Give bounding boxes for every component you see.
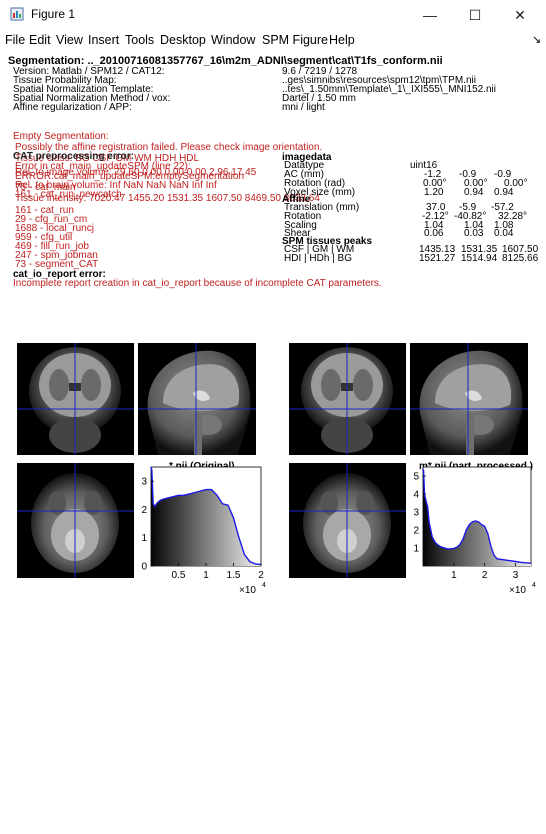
y-tick-label: 2: [413, 526, 419, 537]
y-tick-label: 0: [141, 562, 147, 573]
y-tick-label: 5: [413, 472, 419, 483]
peaks-label: HDI | HDh | BG: [284, 253, 352, 264]
y-tick-label: 3: [413, 508, 419, 519]
menu-file[interactable]: File: [5, 33, 25, 47]
io-error-line: Incomplete report creation in cat_io_rep…: [13, 278, 382, 289]
x-exponent-power: 4: [262, 582, 266, 589]
imagedata-value: 0.94: [464, 187, 484, 198]
value-affine-reg: mni / light: [282, 102, 325, 113]
label-affine-reg: Affine regularization / APP:: [13, 102, 132, 113]
sagittal-slice-image-processed: [410, 343, 528, 455]
y-tick-label: 3: [141, 477, 147, 488]
menu-bar: File Edit View Insert Tools Desktop Wind…: [0, 30, 546, 50]
x-tick-label: 3: [513, 570, 519, 581]
dock-arrow-icon[interactable]: ↘: [532, 33, 541, 46]
coronal-slice-image-processed: [289, 343, 406, 455]
x-tick-label: 1: [203, 570, 209, 581]
empty-seg-title: Empty Segmentation:: [13, 131, 109, 142]
y-tick-label: 1: [413, 544, 419, 555]
cat-error-line: ERROR:cat_main_updateSPM:emptySegmentati…: [15, 171, 245, 182]
y-tick-label: 2: [141, 505, 147, 516]
peaks-value: 1514.94: [461, 253, 498, 264]
peaks-value: 8125.66: [502, 253, 539, 264]
peaks-value: 1521.27: [419, 253, 456, 264]
window-title: Figure 1: [31, 7, 76, 21]
menu-desktop[interactable]: Desktop: [160, 33, 206, 47]
affine-value: 0.06: [424, 228, 444, 239]
sagittal-slice-image: [138, 343, 256, 455]
x-tick-label: 0.5: [172, 570, 186, 581]
axial-slice-image-processed: [289, 463, 406, 578]
figure-canvas: Segmentation: .._20100716081357767_16\m2…: [5, 52, 541, 830]
cat-error-line: 161 - cat_run_newcatch: [15, 189, 122, 200]
window-titlebar: Figure 1 — ☐ ✕: [0, 0, 546, 30]
hist-left-chart: 0.5 1 1.5 2 0 1 2 3 ×10 4: [141, 466, 266, 596]
minimize-button[interactable]: —: [410, 4, 450, 26]
y-tick-label: 4: [413, 490, 419, 501]
menu-window[interactable]: Window: [211, 33, 255, 47]
x-tick-label: 1.5: [227, 570, 241, 581]
affine-value: 0.03: [464, 228, 484, 239]
affine-value: 0.04: [494, 228, 514, 239]
hist-right-chart: 1 2 3 1 2 3 4 5 ×10 4: [413, 466, 536, 596]
menu-view[interactable]: View: [56, 33, 83, 47]
x-exponent-label: ×10: [239, 585, 256, 596]
imagedata-value: 1.20: [424, 187, 444, 198]
y-tick-label: 1: [141, 533, 147, 544]
maximize-button[interactable]: ☐: [455, 4, 495, 26]
imagedata-value: 0.94: [494, 187, 514, 198]
x-exponent-label: ×10: [509, 585, 526, 596]
menu-help[interactable]: Help: [329, 33, 355, 47]
x-tick-label: 2: [258, 570, 264, 581]
menu-tools[interactable]: Tools: [125, 33, 154, 47]
menu-spm-figure[interactable]: SPM Figure: [262, 33, 328, 47]
x-tick-label: 1: [451, 570, 457, 581]
close-button[interactable]: ✕: [500, 4, 540, 26]
menu-edit[interactable]: Edit: [29, 33, 51, 47]
x-exponent-power: 4: [532, 582, 536, 589]
coronal-slice-image: [17, 343, 134, 455]
x-tick-label: 2: [482, 570, 488, 581]
menu-insert[interactable]: Insert: [88, 33, 119, 47]
matlab-figure-icon: [10, 7, 24, 21]
axial-slice-image: [17, 463, 134, 578]
